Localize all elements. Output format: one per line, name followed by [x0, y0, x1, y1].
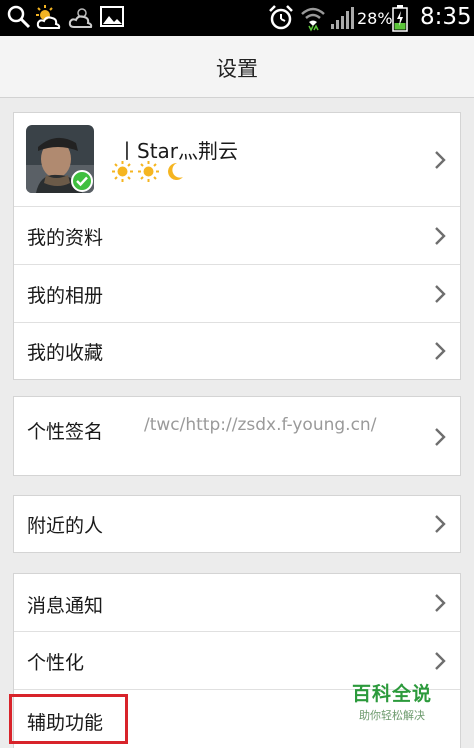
row-label: 附近的人 — [27, 515, 104, 537]
search-icon — [7, 5, 31, 29]
nearby-group: 附近的人 — [13, 495, 461, 553]
chevron-right-icon — [435, 342, 446, 360]
chevron-right-icon — [435, 227, 446, 245]
watermark-subtitle: 助你轻松解决 — [359, 709, 425, 722]
nickname: 丨Star灬荆云 — [117, 139, 239, 163]
row-my-favorites[interactable]: 我的收藏 — [14, 323, 460, 379]
signature-value: /twc/http://zsdx.f-young.cn/ — [144, 415, 377, 435]
watermark: 百科全说 助你轻松解决 — [344, 679, 440, 723]
battery-charging-icon — [392, 5, 408, 32]
row-my-album[interactable]: 我的相册 — [14, 265, 460, 323]
signature-group: 个性签名 /twc/http://zsdx.f-young.cn/ — [13, 396, 461, 476]
row-nearby-people[interactable]: 附近的人 — [14, 496, 460, 552]
clock: 8:35 — [420, 4, 472, 30]
status-bar: 28% 8:35 — [0, 0, 474, 36]
row-label: 个性签名 — [27, 421, 104, 443]
alarm-icon — [269, 5, 293, 30]
wifi-icon — [301, 7, 325, 32]
row-signature[interactable]: 个性签名 /twc/http://zsdx.f-young.cn/ — [14, 397, 460, 475]
row-label: 我的收藏 — [27, 342, 104, 364]
chevron-right-icon — [435, 428, 446, 446]
row-label: 我的相册 — [27, 285, 104, 307]
battery-percentage: 28% — [357, 9, 393, 28]
weather-cloud-icon — [68, 8, 93, 28]
sun-icon — [138, 161, 160, 182]
row-label: 消息通知 — [27, 595, 104, 617]
highlight-box — [9, 694, 128, 744]
row-my-profile[interactable]: 我的资料 — [14, 207, 460, 265]
chevron-right-icon — [435, 594, 446, 612]
profile-group: 丨Star灬荆云 我的资料 我的相册 我的收藏 — [13, 112, 461, 380]
profile-row[interactable]: 丨Star灬荆云 — [14, 113, 460, 207]
chevron-right-icon — [435, 285, 446, 303]
row-label: 个性化 — [27, 652, 85, 674]
moon-icon — [168, 162, 184, 180]
row-label: 我的资料 — [27, 227, 104, 249]
page-title: 设置 — [216, 57, 258, 81]
check-icon — [71, 170, 93, 192]
signal-icon — [331, 7, 354, 29]
level-badges — [112, 161, 185, 186]
watermark-title: 百科全说 — [351, 683, 432, 705]
chevron-right-icon — [435, 652, 446, 670]
title-bar: 设置 — [0, 36, 474, 98]
avatar — [26, 125, 94, 193]
sun-icon — [112, 161, 133, 182]
row-notifications[interactable]: 消息通知 — [14, 574, 460, 632]
weather-sunny-cloud-icon — [36, 5, 61, 29]
chevron-right-icon — [435, 151, 446, 169]
image-icon — [100, 6, 124, 27]
chevron-right-icon — [435, 515, 446, 533]
